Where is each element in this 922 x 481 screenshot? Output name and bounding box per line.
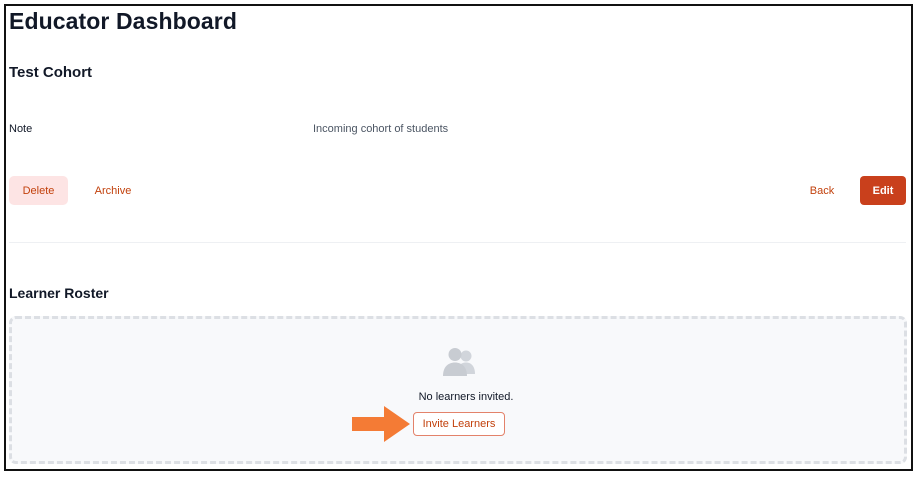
users-icon (443, 348, 475, 376)
empty-state-text: No learners invited. (418, 391, 514, 403)
screenshot-frame: Educator Dashboard Test Cohort Note Inco… (4, 4, 913, 471)
section-divider (9, 242, 906, 243)
note-value: Incoming cohort of students (313, 123, 449, 135)
learner-roster-title: Learner Roster (9, 285, 109, 301)
delete-button[interactable]: Delete (9, 176, 68, 205)
edit-button[interactable]: Edit (860, 176, 906, 205)
invite-learners-button[interactable]: Invite Learners (413, 412, 505, 436)
page-title: Educator Dashboard (9, 8, 238, 34)
archive-button[interactable]: Archive (84, 176, 142, 205)
back-button[interactable]: Back (801, 176, 843, 205)
note-label: Note (9, 123, 33, 135)
arrow-right-icon (352, 406, 410, 442)
cohort-name: Test Cohort (9, 64, 93, 81)
learner-roster-empty-state (9, 316, 907, 464)
